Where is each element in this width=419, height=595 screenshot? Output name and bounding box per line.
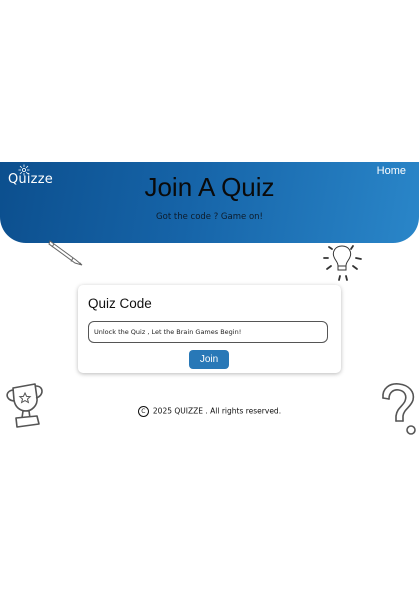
quiz-code-label: Quiz Code [88, 296, 152, 311]
join-button[interactable]: Join [189, 350, 229, 369]
lightbulb-icon [323, 245, 362, 281]
page-title: Join A Quiz [144, 172, 275, 202]
copyright-icon: C [137, 406, 149, 417]
copyright-text: 2025 QUIZZE . All rights reserved. [152, 406, 282, 416]
quiz-code-input[interactable] [88, 321, 328, 343]
footer: C 2025 QUIZZE . All rights reserved. [0, 406, 419, 417]
join-quiz-card: Quiz Code Join [78, 285, 341, 373]
pencil-icon [48, 240, 83, 266]
page-subtitle: Got the code ? Game on! [156, 212, 263, 222]
